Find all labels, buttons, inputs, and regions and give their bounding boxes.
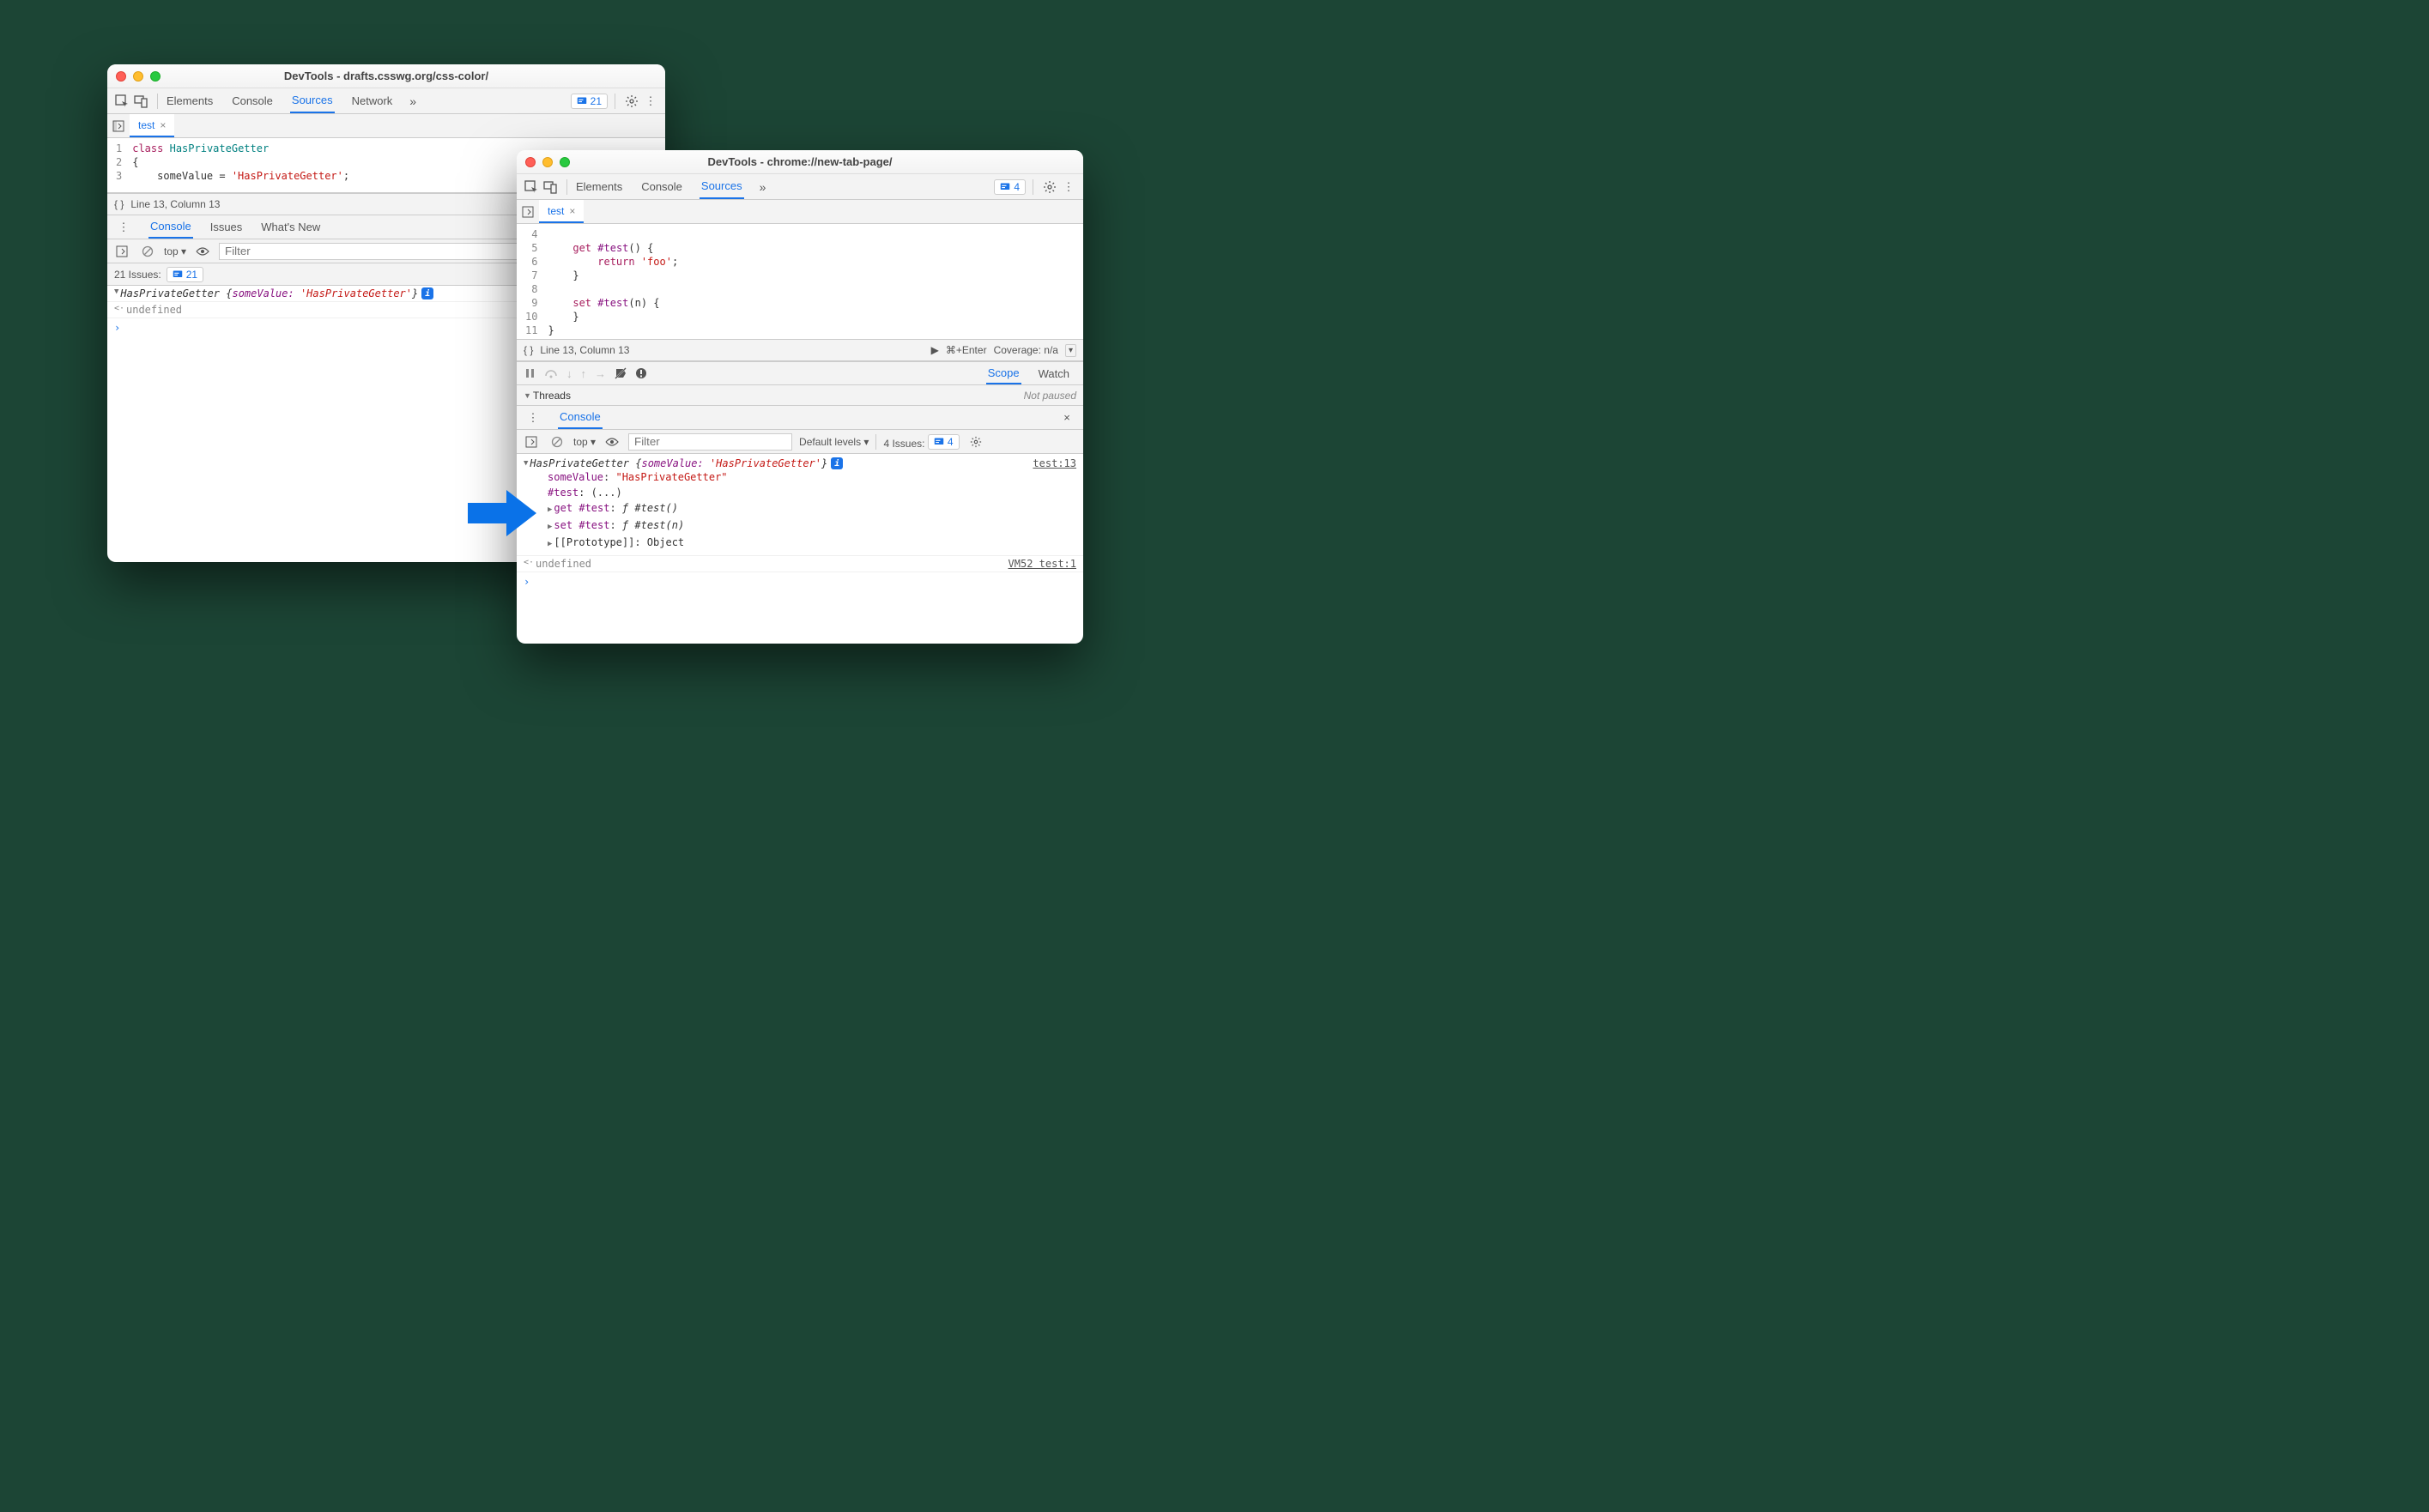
inspect-icon[interactable]	[112, 92, 131, 111]
deactivate-breakpoints-icon[interactable]	[615, 367, 627, 379]
drawer-tab-console[interactable]: Console	[558, 406, 603, 429]
more-tabs-icon[interactable]: »	[760, 180, 766, 194]
kebab-icon[interactable]: ⋮	[1059, 178, 1078, 197]
drawer-tab-console[interactable]: Console	[148, 215, 193, 239]
annotation-arrow-icon	[463, 487, 541, 539]
minimize-window-button[interactable]	[542, 157, 553, 167]
devtools-window-2: DevTools - chrome://new-tab-page/ Elemen…	[517, 150, 1083, 644]
tab-network[interactable]: Network	[350, 88, 395, 113]
cursor-position: Line 13, Column 13	[130, 198, 220, 210]
sidebar-toggle-icon[interactable]	[107, 117, 130, 136]
drawer-tab-whatsnew[interactable]: What's New	[259, 215, 322, 239]
source-editor[interactable]: 4567891011 get #test() { return 'foo'; }…	[517, 224, 1083, 339]
cursor-position: Line 13, Column 13	[540, 344, 629, 356]
device-toggle-icon[interactable]	[131, 92, 150, 111]
levels-selector[interactable]: Default levels ▾	[799, 436, 869, 448]
file-tabs: test×	[107, 114, 665, 138]
tab-console[interactable]: Console	[639, 174, 684, 199]
tab-elements[interactable]: Elements	[165, 88, 215, 113]
close-icon[interactable]: ×	[569, 205, 575, 217]
drawer-tab-issues[interactable]: Issues	[209, 215, 245, 239]
close-icon[interactable]: ×	[1057, 408, 1076, 427]
collapse-icon[interactable]: ▾	[1065, 344, 1076, 357]
main-toolbar: Elements Console Sources » 4 ⋮	[517, 174, 1083, 200]
file-tabs: test×	[517, 200, 1083, 224]
step-out-icon[interactable]: ↑	[581, 367, 587, 380]
step-into-icon[interactable]: ↓	[566, 367, 572, 380]
zoom-window-button[interactable]	[150, 71, 161, 82]
source-link[interactable]: test:13	[1033, 457, 1076, 469]
device-toggle-icon[interactable]	[541, 178, 560, 197]
issues-badge[interactable]: 4	[994, 179, 1026, 195]
source-link[interactable]: VM52 test:1	[1009, 558, 1076, 570]
kebab-icon[interactable]: ⋮	[524, 408, 542, 427]
tab-watch[interactable]: Watch	[1037, 362, 1071, 384]
drawer-tabs: ⋮ Console ×	[517, 406, 1083, 430]
step-icon[interactable]: →	[595, 367, 606, 380]
sidebar-toggle-icon[interactable]	[517, 203, 539, 221]
issues-badge[interactable]: 4	[928, 434, 960, 450]
gear-icon[interactable]	[1040, 178, 1059, 197]
zoom-window-button[interactable]	[560, 157, 570, 167]
context-selector[interactable]: top ▾	[573, 436, 596, 448]
sidebar-toggle-icon[interactable]	[112, 242, 131, 261]
kebab-icon[interactable]: ⋮	[641, 92, 660, 111]
close-window-button[interactable]	[116, 71, 126, 82]
pause-on-exceptions-icon[interactable]	[635, 367, 647, 379]
console-toolbar: top ▾ Default levels ▾ 4 Issues: 4	[517, 430, 1083, 454]
pause-icon[interactable]	[525, 368, 536, 378]
clear-console-icon[interactable]	[548, 432, 566, 451]
play-icon[interactable]: ▶	[931, 344, 939, 356]
main-toolbar: Elements Console Sources Network » 21 ⋮	[107, 88, 665, 114]
tab-elements[interactable]: Elements	[574, 174, 624, 199]
gear-icon[interactable]	[622, 92, 641, 111]
sidebar-toggle-icon[interactable]	[522, 432, 541, 451]
window-title: DevTools - drafts.csswg.org/css-color/	[107, 70, 665, 82]
clear-console-icon[interactable]	[138, 242, 157, 261]
info-icon[interactable]: i	[421, 287, 433, 299]
debugger-toolbar: ↓ ↑ → Scope Watch	[517, 361, 1083, 385]
close-window-button[interactable]	[525, 157, 536, 167]
kebab-icon[interactable]: ⋮	[114, 218, 133, 237]
panel-tabs: Elements Console Sources »	[574, 174, 766, 199]
issues-badge[interactable]: 21	[571, 94, 608, 109]
more-tabs-icon[interactable]: »	[409, 94, 416, 108]
tab-console[interactable]: Console	[230, 88, 275, 113]
panel-tabs: Elements Console Sources Network »	[165, 88, 416, 113]
inspect-icon[interactable]	[522, 178, 541, 197]
close-icon[interactable]: ×	[160, 119, 166, 131]
filter-input[interactable]	[628, 433, 792, 451]
file-tab-test[interactable]: test×	[539, 200, 584, 223]
console-output[interactable]: ▼ HasPrivateGetter {someValue: 'HasPriva…	[517, 454, 1083, 644]
tab-scope[interactable]: Scope	[986, 362, 1021, 384]
step-over-icon[interactable]	[544, 368, 558, 378]
tab-sources[interactable]: Sources	[700, 174, 744, 199]
titlebar[interactable]: DevTools - drafts.csswg.org/css-color/	[107, 64, 665, 88]
eye-icon[interactable]	[603, 432, 621, 451]
window-title: DevTools - chrome://new-tab-page/	[517, 155, 1083, 168]
context-selector[interactable]: top ▾	[164, 245, 186, 257]
editor-status: { } Line 13, Column 13 ▶⌘+Enter Coverage…	[517, 339, 1083, 361]
threads-bar[interactable]: ▼Threads Not paused	[517, 385, 1083, 406]
titlebar[interactable]: DevTools - chrome://new-tab-page/	[517, 150, 1083, 174]
eye-icon[interactable]	[193, 242, 212, 261]
gear-icon[interactable]	[966, 432, 985, 451]
minimize-window-button[interactable]	[133, 71, 143, 82]
file-tab-test[interactable]: test×	[130, 114, 174, 137]
info-icon[interactable]: i	[831, 457, 843, 469]
tab-sources[interactable]: Sources	[290, 88, 335, 113]
